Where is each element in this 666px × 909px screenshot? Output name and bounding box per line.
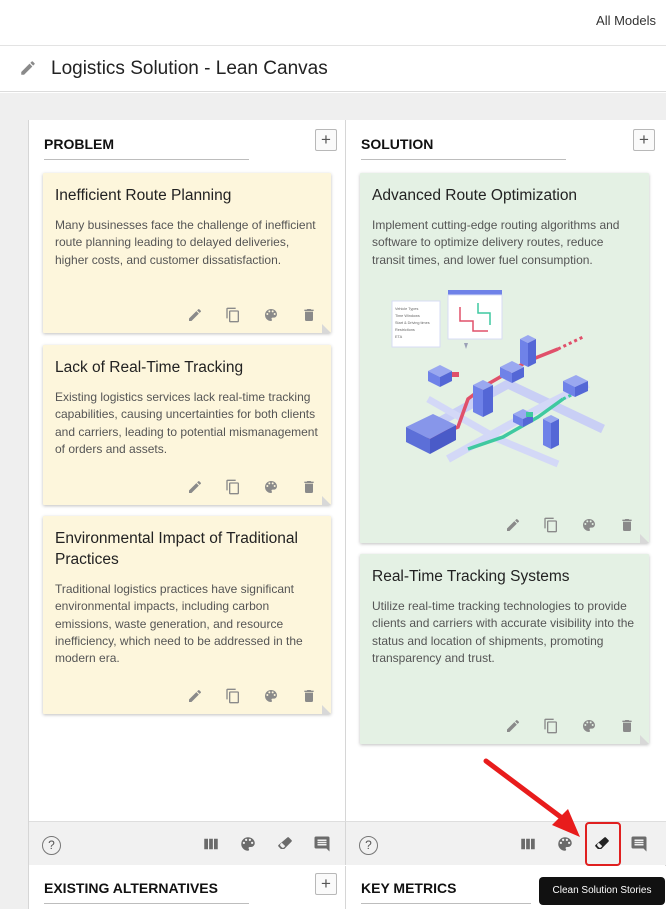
edit-pencil-icon[interactable] [505,718,521,734]
edit-pencil-icon[interactable] [505,517,521,533]
existing-alternatives-header: EXISTING ALTERNATIVES [44,880,249,904]
help-icon[interactable]: ? [42,836,61,855]
solution-header: SOLUTION [361,136,566,160]
copy-icon[interactable] [225,479,241,495]
card-actions [505,517,635,533]
all-models-link[interactable]: All Models [596,13,656,28]
card-actions [187,307,317,323]
problem-card[interactable]: Lack of Real-Time Tracking Existing logi… [43,345,331,505]
help-icon[interactable]: ? [359,836,378,855]
card-fold [640,735,649,744]
edit-title-pencil-icon[interactable] [19,59,37,77]
key-metrics-header: KEY METRICS [361,880,531,904]
footer-icons [202,835,331,853]
palette-icon[interactable] [263,479,279,495]
clean-solution-tooltip: Clean Solution Stories [539,877,665,905]
add-alternative-button[interactable]: + [315,873,337,895]
existing-alternatives-column: EXISTING ALTERNATIVES + [29,866,346,909]
problem-column: PROBLEM + Inefficient Route Planning Man… [29,120,346,865]
card-actions [187,479,317,495]
trash-icon[interactable] [301,307,317,323]
red-arrow-annotation [483,758,580,837]
palette-icon[interactable] [239,835,257,853]
palette-icon[interactable] [581,517,597,533]
card-body: Utilize real-time tracking technologies … [372,599,635,665]
solution-column: SOLUTION + Advanced Route Optimization I… [346,120,666,865]
card-fold [640,534,649,543]
card-title: Real-Time Tracking Systems [372,568,570,585]
card-title: Advanced Route Optimization [372,187,578,204]
palette-icon[interactable] [263,307,279,323]
copy-icon[interactable] [225,307,241,323]
card-fold [322,496,331,505]
card-title: Lack of Real-Time Tracking [55,359,244,376]
top-bar: All Models [0,0,666,46]
copy-icon[interactable] [225,688,241,704]
edit-pencil-icon[interactable] [187,307,203,323]
problem-card[interactable]: Environmental Impact of Traditional Prac… [43,516,331,714]
problem-footer-toolbar: ? [29,821,346,865]
card-body: Many businesses face the challenge of in… [55,218,316,267]
card-title: Environmental Impact of Traditional Prac… [55,530,298,568]
card-body: Traditional logistics practices have sig… [55,582,303,666]
edit-pencil-icon[interactable] [187,688,203,704]
popup-item: Restrictions [395,328,415,332]
route-optimization-illustration: Vehicle Types Time Windows Start & Drivi… [391,290,605,468]
add-solution-button[interactable]: + [633,129,655,151]
palette-icon[interactable] [263,688,279,704]
card-body: Existing logistics services lack real-ti… [55,390,318,456]
comment-icon[interactable] [630,835,648,853]
card-fold [322,324,331,333]
card-actions [187,688,317,704]
popup-item: ETA [395,335,403,339]
solution-card[interactable]: Advanced Route Optimization Implement cu… [360,173,649,543]
problem-card[interactable]: Inefficient Route Planning Many business… [43,173,331,333]
title-bar: Logistics Solution - Lean Canvas [0,46,666,92]
card-actions [505,718,635,734]
card-fold [322,705,331,714]
popup-item: Vehicle Types [395,307,418,311]
trash-icon[interactable] [619,718,635,734]
palette-icon[interactable] [581,718,597,734]
problem-header: PROBLEM [44,136,249,160]
popup-item: Time Windows [395,314,420,318]
trash-icon[interactable] [301,479,317,495]
trash-icon[interactable] [301,688,317,704]
card-body: Implement cutting-edge routing algorithm… [372,218,620,267]
add-problem-button[interactable]: + [315,129,337,151]
page-title: Logistics Solution - Lean Canvas [51,58,328,79]
solution-card[interactable]: Real-Time Tracking Systems Utilize real-… [360,554,649,744]
columns-icon[interactable] [202,835,220,853]
copy-icon[interactable] [543,517,559,533]
card-title: Inefficient Route Planning [55,187,232,204]
comment-icon[interactable] [313,835,331,853]
edit-pencil-icon[interactable] [187,479,203,495]
trash-icon[interactable] [619,517,635,533]
popup-item: Start & Driving times [395,321,430,325]
copy-icon[interactable] [543,718,559,734]
eraser-icon[interactable] [276,835,294,853]
